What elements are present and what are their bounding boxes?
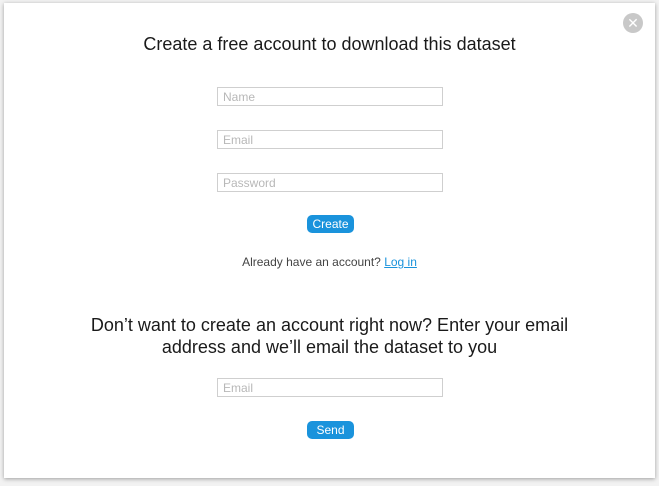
login-prompt: Already have an account? Log in bbox=[4, 255, 655, 269]
login-link[interactable]: Log in bbox=[384, 255, 417, 269]
close-icon: ✕ bbox=[627, 15, 639, 31]
email-only-title: Don’t want to create an account right no… bbox=[4, 314, 655, 358]
signup-modal: ✕ Create a free account to download this… bbox=[4, 3, 655, 478]
close-button[interactable]: ✕ bbox=[623, 13, 643, 33]
name-input[interactable] bbox=[217, 87, 443, 106]
create-button[interactable]: Create bbox=[307, 215, 354, 233]
send-button[interactable]: Send bbox=[307, 421, 354, 439]
email-only-title-line2: address and we’ll email the dataset to y… bbox=[161, 337, 498, 357]
email-only-title-line1: Don’t want to create an account right no… bbox=[90, 315, 569, 335]
email-input[interactable] bbox=[217, 130, 443, 149]
email-only-input[interactable] bbox=[217, 378, 443, 397]
password-input[interactable] bbox=[217, 173, 443, 192]
login-prompt-text: Already have an account? bbox=[242, 255, 381, 269]
signup-title: Create a free account to download this d… bbox=[143, 34, 516, 54]
